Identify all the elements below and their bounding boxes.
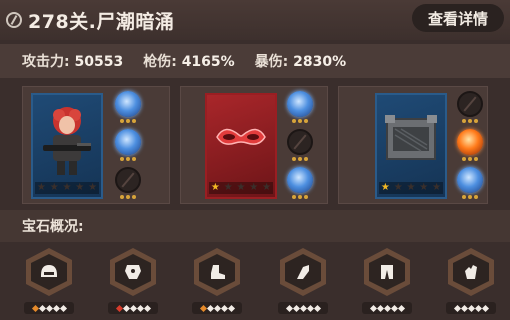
crate-card-stars: ★ ★ ★ ★ ★: [379, 182, 443, 194]
header-bar: 278关.尸潮暗涌 查看详情: [0, 0, 510, 40]
crate-card[interactable]: ★ ★ ★ ★ ★: [375, 93, 447, 199]
stat-crit-damage: 暴伤: 2830%: [254, 54, 347, 70]
gem-slot-pants[interactable]: [362, 246, 412, 316]
stat-gun-damage: 枪伤: 4165%: [143, 54, 235, 70]
ice-chip-icon[interactable]: [457, 167, 483, 193]
gem-slot-helmet[interactable]: [24, 246, 74, 316]
gem-slot-glove[interactable]: [446, 246, 496, 316]
chip-dots: [457, 157, 483, 163]
star-icon: ★: [380, 182, 390, 193]
chip-dots: [287, 157, 313, 163]
gems-section-title: 宝石概况:: [0, 210, 510, 242]
equipment-slots: ★ ★ ★ ★ ★ ★ ★ ★ ★ ★ ★ ★ ★ ★ ★: [0, 86, 510, 204]
stage-icon: [6, 12, 22, 28]
gem-slot-boots[interactable]: [192, 246, 242, 316]
star-icon: ★: [432, 182, 442, 193]
view-details-button[interactable]: 查看详情: [412, 4, 504, 32]
gem-level-pips: [362, 302, 412, 314]
hero-card[interactable]: ★ ★ ★ ★ ★: [31, 93, 103, 199]
stats-bar: 攻击力: 50553 枪伤: 4165% 暴伤: 2830%: [0, 44, 510, 78]
ice-chip-icon[interactable]: [115, 91, 141, 117]
chip-dots: [115, 195, 141, 201]
chip-dots: [287, 119, 313, 125]
page-title: 278关.尸潮暗涌: [28, 10, 175, 33]
star-icon: ★: [419, 182, 429, 193]
gem-level-pips: [108, 302, 158, 314]
star-icon: ★: [210, 182, 220, 193]
empty-chip-slot-icon[interactable]: [287, 129, 313, 155]
star-icon: ★: [223, 182, 233, 193]
star-icon: ★: [393, 182, 403, 193]
mask-icon: [216, 128, 266, 145]
slot-3-panel[interactable]: ★ ★ ★ ★ ★: [338, 86, 488, 204]
mask-card-stars: ★ ★ ★ ★ ★: [209, 182, 273, 194]
ice-chip-icon[interactable]: [115, 129, 141, 155]
star-icon: ★: [262, 182, 272, 193]
star-icon: ★: [49, 182, 59, 193]
star-icon: ★: [88, 182, 98, 193]
ice-chip-icon[interactable]: [287, 167, 313, 193]
gem-slot-armor[interactable]: [108, 246, 158, 316]
hero-card-stars: ★ ★ ★ ★ ★: [35, 182, 99, 194]
star-icon: ★: [236, 182, 246, 193]
star-icon: ★: [406, 182, 416, 193]
gem-level-pips: [24, 302, 74, 314]
slot-1-panel[interactable]: ★ ★ ★ ★ ★: [22, 86, 170, 204]
star-icon: ★: [75, 182, 85, 193]
empty-chip-slot-icon[interactable]: [115, 167, 141, 193]
stat-attack: 攻击力: 50553: [22, 54, 124, 70]
star-icon: ★: [249, 182, 259, 193]
gems-row: [0, 246, 510, 320]
hero-portrait-icon: [43, 107, 91, 175]
gem-level-pips: [446, 302, 496, 314]
star-icon: ★: [36, 182, 46, 193]
fire-chip-icon[interactable]: [457, 129, 483, 155]
gem-slot-gauntlet[interactable]: [278, 246, 328, 316]
gem-level-pips: [192, 302, 242, 314]
chip-dots: [457, 195, 483, 201]
chip-dots: [457, 119, 483, 125]
ice-chip-icon[interactable]: [287, 91, 313, 117]
gem-level-pips: [278, 302, 328, 314]
chip-dots: [115, 157, 141, 163]
empty-chip-slot-icon[interactable]: [457, 91, 483, 117]
mask-card[interactable]: ★ ★ ★ ★ ★: [205, 93, 277, 199]
chip-dots: [287, 195, 313, 201]
star-icon: ★: [62, 182, 72, 193]
chip-dots: [115, 119, 141, 125]
slot-2-panel[interactable]: ★ ★ ★ ★ ★: [180, 86, 328, 204]
crate-icon: [385, 115, 437, 160]
